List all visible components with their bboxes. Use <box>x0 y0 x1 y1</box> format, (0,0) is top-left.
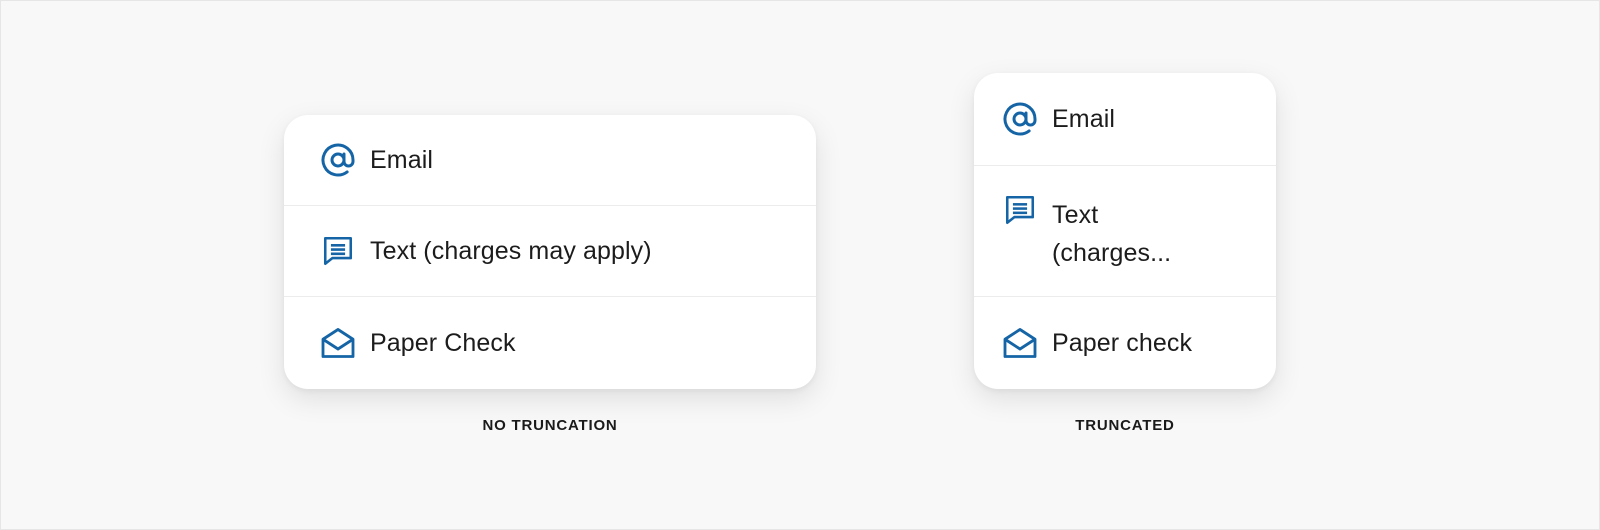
menu-item-label: Email <box>370 146 434 174</box>
menu-item-paper-check[interactable]: Paper Check <box>284 297 816 389</box>
caption-truncated: TRUNCATED <box>1075 417 1175 434</box>
menu-item-label: Paper check <box>1052 329 1193 357</box>
caption-no-truncation: NO TRUNCATION <box>482 417 618 434</box>
menu-item-label: Email <box>1052 105 1116 133</box>
message-icon <box>1002 192 1038 228</box>
menu-item-paper-check[interactable]: Paper check <box>974 297 1276 389</box>
payment-method-menu-truncated: Email Text (charges... Paper check <box>974 73 1276 389</box>
message-icon <box>320 233 356 269</box>
menu-item-email[interactable]: Email <box>974 73 1276 166</box>
open-envelope-icon <box>320 325 356 361</box>
menu-item-text[interactable]: Text (charges... <box>974 166 1276 297</box>
at-sign-icon <box>320 142 356 178</box>
menu-item-label: Text (charges may apply) <box>370 237 652 265</box>
menu-item-text[interactable]: Text (charges may apply) <box>284 206 816 297</box>
menu-item-label: Paper Check <box>370 329 516 357</box>
menu-item-email[interactable]: Email <box>284 115 816 206</box>
payment-method-menu-full: Email Text (charges may apply) Paper Che… <box>284 115 816 389</box>
open-envelope-icon <box>1002 325 1038 361</box>
at-sign-icon <box>1002 101 1038 137</box>
menu-item-label: Text (charges... <box>1052 201 1172 267</box>
